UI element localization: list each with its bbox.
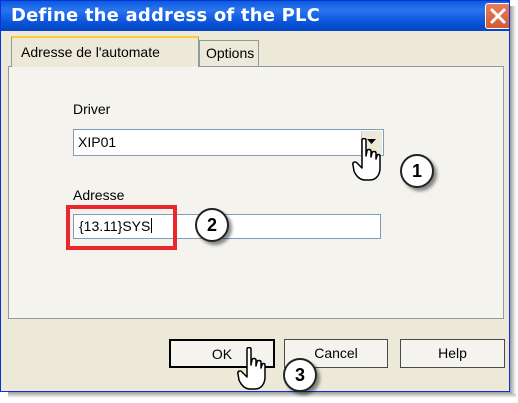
close-icon <box>490 8 506 24</box>
close-button[interactable] <box>485 3 509 29</box>
help-button[interactable]: Help <box>400 339 505 368</box>
tab-options[interactable]: Options <box>199 40 259 66</box>
address-highlight-box <box>66 205 177 250</box>
window-shadow-right <box>510 6 516 394</box>
tab-adresse-label: Adresse de l'automate <box>21 44 160 60</box>
driver-value: XIP01 <box>78 134 117 150</box>
window-title: Define the address of the PLC <box>11 5 321 26</box>
address-label: Adresse <box>73 187 125 203</box>
tab-options-label: Options <box>206 45 255 61</box>
title-bar: Define the address of the PLC <box>1 1 509 31</box>
hand-pointer-icon <box>352 138 381 181</box>
tab-adresse[interactable]: Adresse de l'automate <box>11 36 199 67</box>
dialog-window: Define the address of the PLC Adresse de… <box>0 0 510 392</box>
callout-3: 3 <box>283 358 317 392</box>
driver-label: Driver <box>73 101 111 117</box>
callout-2: 2 <box>195 208 229 242</box>
driver-select[interactable]: XIP01 <box>73 129 384 156</box>
window-shadow-bottom <box>8 392 516 398</box>
hand-pointer-icon <box>237 347 266 390</box>
callout-1: 1 <box>400 154 434 188</box>
